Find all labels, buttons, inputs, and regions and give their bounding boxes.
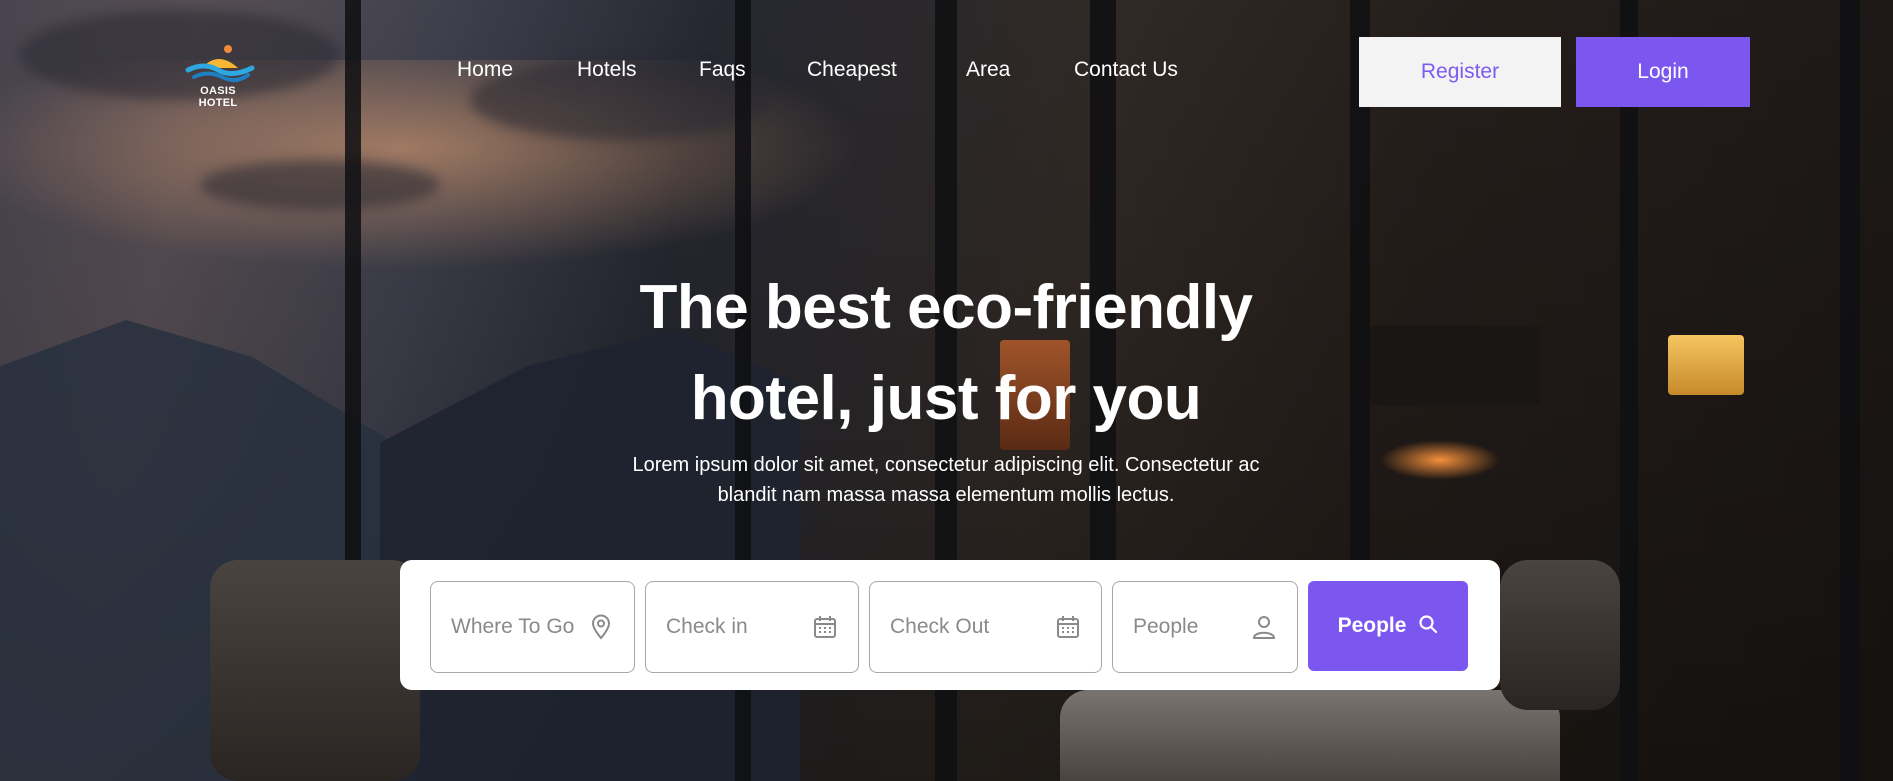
logo-text: OASIS HOTEL [198,85,238,109]
search-button-label: People [1337,614,1407,637]
check-out-field[interactable]: Check Out [869,581,1102,673]
cloud [200,160,440,210]
lamp-shade [1370,325,1540,405]
sofa [210,560,420,781]
search-panel: Where To Go Check in Check Out People Pe… [400,560,1500,690]
window-frame [1840,0,1860,781]
nav-item-faqs[interactable]: Faqs [699,58,746,82]
fireplace [1380,440,1500,480]
floor-lamp [1668,335,1744,395]
hero-headline: The best eco-friendly hotel, just for yo… [546,262,1346,444]
headline-line-2: hotel, just for you [690,364,1202,433]
destination-placeholder: Where To Go [451,615,575,638]
calendar-icon [1055,614,1081,640]
nav-item-contact-us[interactable]: Contact Us [1074,58,1178,82]
nav-item-area[interactable]: Area [966,58,1010,82]
nav-item-hotels[interactable]: Hotels [577,58,637,82]
subtext-line-1: Lorem ipsum dolor sit amet, consectetur … [632,454,1260,476]
calendar-icon [812,614,838,640]
check-in-field[interactable]: Check in [645,581,859,673]
login-button[interactable]: Login [1576,37,1750,107]
people-placeholder: People [1133,615,1199,638]
check-out-placeholder: Check Out [890,615,990,638]
sofa [1060,690,1560,781]
check-in-placeholder: Check in [666,615,748,638]
subtext-line-2: blandit nam massa massa elementum mollis… [717,484,1175,506]
logo-icon [185,45,255,82]
logo[interactable]: OASIS HOTEL [180,44,256,109]
hero-subtext: Lorem ipsum dolor sit amet, consectetur … [576,450,1316,510]
nav-item-home[interactable]: Home [457,58,513,82]
register-button[interactable]: Register [1359,37,1561,107]
map-pin-icon [588,614,614,640]
headline-line-1: The best eco-friendly [639,273,1253,342]
destination-field[interactable]: Where To Go [430,581,635,673]
people-field[interactable]: People [1112,581,1298,673]
search-button[interactable]: People [1308,581,1468,671]
search-icon [1418,614,1438,638]
user-icon [1251,614,1277,640]
window-frame [1620,0,1638,781]
sofa [1500,560,1620,710]
nav-item-cheapest[interactable]: Cheapest [807,58,897,82]
